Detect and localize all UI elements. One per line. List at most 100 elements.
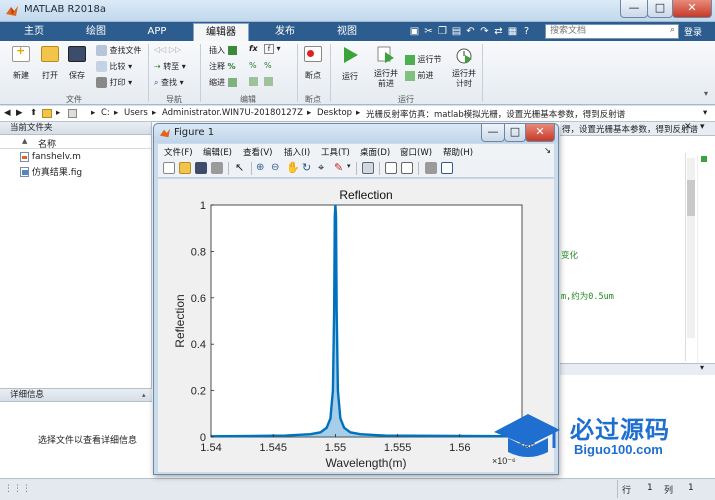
zoom-in-icon[interactable]: ⊕ [256, 162, 268, 174]
data-cursor-icon[interactable]: ⌖ [318, 162, 330, 174]
drive-icon [68, 109, 77, 118]
save-qat-icon[interactable]: ▣ [408, 25, 421, 38]
path-drive[interactable]: C: [101, 108, 110, 118]
tab-editor[interactable]: 编辑器 [193, 23, 249, 41]
insert-colorbar-icon[interactable] [385, 162, 397, 174]
close-button[interactable]: ✕ [672, 0, 712, 18]
comment-button[interactable]: 注释 % [209, 61, 236, 72]
browse-folder-icon[interactable] [42, 109, 52, 118]
command-window-toggle-icon[interactable]: ▾ [700, 363, 704, 372]
insert-legend-icon[interactable] [401, 162, 413, 174]
goto-button[interactable]: ⇢ 转至 ▾ [154, 61, 186, 72]
back-forward-buttons[interactable]: ◁◁ ▷▷ [154, 45, 181, 54]
fx-dropdown-icon[interactable]: f ▾ [264, 44, 281, 54]
login-link[interactable]: 登录 [684, 25, 702, 38]
decrease-indent-icon[interactable] [264, 77, 273, 88]
scrollbar-thumb[interactable] [687, 180, 695, 216]
menu-help[interactable]: 帮助(H) [443, 146, 473, 158]
figure-minimize-button[interactable]: — [481, 124, 505, 142]
menu-insert[interactable]: 插入(I) [284, 146, 310, 158]
breakpoints-button[interactable]: 断点 [302, 46, 324, 81]
collapse-ribbon-icon[interactable]: ▾ [704, 89, 708, 98]
minimize-button[interactable]: — [620, 0, 648, 18]
run-and-time-button[interactable]: 运行并 计时 [450, 46, 478, 89]
run-button[interactable]: 运行 [338, 46, 362, 82]
run-section-button[interactable]: 运行节 [405, 54, 442, 65]
tab-view[interactable]: 视图 [327, 22, 367, 41]
column-header-name[interactable]: ▲ 名称 [0, 136, 151, 150]
menu-file[interactable]: 文件(F) [164, 146, 193, 158]
tab-apps[interactable]: APP [137, 22, 177, 41]
path-segment-project[interactable]: 光栅反射率仿真：matlab模拟光栅，设置光栅基本参数，得到反射谱 [366, 108, 625, 120]
list-item[interactable]: 仿真结果.fig [20, 165, 82, 178]
smart-indent-icon[interactable] [249, 77, 258, 88]
compare-button[interactable]: 比较 ▾ [96, 61, 132, 72]
brush-dropdown-icon[interactable]: ▾ [347, 162, 351, 170]
insert-button[interactable]: 插入 [209, 45, 237, 56]
save-button[interactable]: 保存 [66, 46, 88, 81]
path-segment-desktop[interactable]: Desktop [317, 108, 352, 118]
edit-plot-arrow-icon[interactable]: ↖ [235, 162, 247, 174]
zoom-out-icon[interactable]: ⊖ [271, 162, 283, 174]
open-button[interactable]: 打开 [39, 46, 61, 81]
print-figure-icon[interactable] [211, 162, 223, 174]
search-docs-input[interactable]: 搜索文档 [545, 24, 679, 39]
editor-scrollbar[interactable] [687, 158, 695, 338]
find-button[interactable]: ⌕ 查找 ▾ [154, 77, 184, 88]
find-files-button[interactable]: 查找文件 [96, 45, 142, 56]
menu-window[interactable]: 窗口(W) [400, 146, 432, 158]
insert-function-button[interactable]: fx [249, 44, 258, 53]
hide-plot-tools-icon[interactable] [425, 162, 437, 174]
figure-maximize-button[interactable]: □ [504, 124, 526, 142]
open-file-icon[interactable] [179, 162, 191, 174]
tab-home[interactable]: 主页 [14, 22, 54, 41]
switch-windows-qat-icon[interactable]: ⇄ [492, 25, 505, 38]
editor-panel-menu-icon[interactable]: ▾ [700, 122, 705, 132]
maximize-button[interactable]: □ [647, 0, 673, 18]
tab-plots[interactable]: 绘图 [76, 22, 116, 41]
path-dropdown-icon[interactable]: ▸ [56, 108, 60, 118]
path-segment-admin[interactable]: Administrator.WIN7U-20180127Z [162, 108, 303, 118]
back-icon[interactable]: ◀ [4, 108, 11, 118]
copy-qat-icon[interactable]: ❐ [436, 25, 449, 38]
list-item[interactable]: fanshelv.m [20, 152, 81, 163]
run-and-advance-button[interactable]: 运行并 前进 [372, 46, 400, 89]
advance-button[interactable]: 前进 [405, 70, 434, 81]
x-tick-label: 1.555 [384, 442, 412, 454]
uncomment-icon[interactable]: % [249, 61, 257, 70]
help-qat-icon[interactable]: ? [520, 25, 533, 38]
address-dropdown-icon[interactable]: ▾ [703, 108, 707, 118]
tab-publish[interactable]: 发布 [265, 22, 305, 41]
menubar-dock-icon[interactable]: ↘ [544, 146, 551, 156]
print-button[interactable]: 打印 ▾ [96, 77, 132, 88]
details-toggle-icon[interactable]: ▴ [142, 391, 146, 399]
cut-qat-icon[interactable]: ✂ [422, 25, 435, 38]
save-figure-icon[interactable] [195, 162, 207, 174]
up-folder-icon[interactable]: ⬆ [30, 108, 37, 118]
figure-titlebar[interactable]: Figure 1 — □ ✕ [154, 124, 558, 143]
show-plot-tools-icon[interactable] [441, 162, 453, 174]
menu-desktop[interactable]: 桌面(D) [360, 146, 390, 158]
redo-qat-icon[interactable]: ↷ [478, 25, 491, 38]
y-tick-label: 1 [200, 200, 206, 212]
menu-edit[interactable]: 编辑(E) [203, 146, 232, 158]
link-plot-icon[interactable] [362, 162, 374, 174]
menu-tools[interactable]: 工具(T) [321, 146, 350, 158]
new-button[interactable]: + 新建 [10, 44, 32, 81]
wrap-comments-icon[interactable]: % [264, 61, 272, 70]
menu-view[interactable]: 查看(V) [243, 146, 272, 158]
figure-close-button[interactable]: ✕ [525, 124, 555, 142]
indent-button[interactable]: 缩进 [209, 77, 237, 88]
paste-qat-icon[interactable]: ▤ [450, 25, 463, 38]
path-segment-users[interactable]: Users [124, 108, 148, 118]
forward-icon[interactable]: ▶ [16, 108, 23, 118]
new-figure-icon[interactable] [163, 162, 175, 174]
editor-peek: 变化 m,约为0.5um [560, 136, 715, 363]
pan-hand-icon[interactable]: ✋ [286, 162, 300, 174]
layout-qat-icon[interactable]: ▦ [506, 25, 519, 38]
rotate-3d-icon[interactable]: ↻ [302, 162, 314, 174]
brush-icon[interactable]: ✎ [334, 162, 346, 174]
search-icon[interactable]: ⌕ [670, 25, 675, 35]
editor-panel-close-icon[interactable]: ✕ [684, 122, 692, 132]
undo-qat-icon[interactable]: ↶ [464, 25, 477, 38]
